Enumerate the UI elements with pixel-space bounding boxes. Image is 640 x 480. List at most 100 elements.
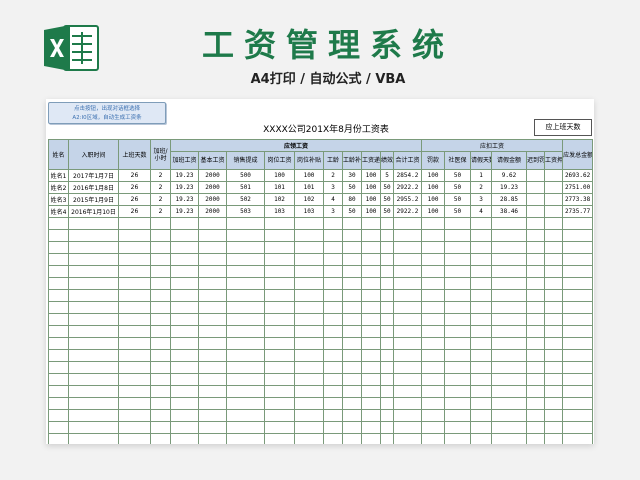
table-cell[interactable] (150, 385, 171, 398)
table-cell[interactable] (68, 241, 119, 254)
table-cell[interactable]: 102 (264, 193, 295, 206)
table-cell[interactable]: 50 (380, 193, 394, 206)
table-cell[interactable] (264, 361, 295, 374)
table-cell[interactable] (48, 373, 69, 386)
table-cell[interactable] (264, 373, 295, 386)
table-cell[interactable] (421, 217, 446, 230)
table-cell[interactable]: 2773.38 (562, 193, 594, 206)
table-cell[interactable] (361, 289, 381, 302)
table-cell[interactable] (48, 361, 69, 374)
table-cell[interactable]: 38.46 (491, 205, 528, 218)
table-cell[interactable] (421, 301, 446, 314)
table-cell[interactable] (118, 385, 151, 398)
table-cell[interactable] (294, 409, 324, 422)
table-cell[interactable]: 103 (294, 205, 324, 218)
table-cell[interactable] (470, 373, 493, 386)
table-cell[interactable] (526, 193, 546, 206)
table-cell[interactable] (544, 277, 564, 290)
table-cell[interactable] (264, 409, 295, 422)
table-cell[interactable] (264, 253, 295, 266)
table-cell[interactable]: 100 (361, 181, 381, 194)
table-cell[interactable] (323, 217, 343, 230)
table-cell[interactable] (150, 361, 171, 374)
table-cell[interactable] (68, 325, 119, 338)
table-cell[interactable] (198, 325, 227, 338)
table-cell[interactable] (526, 181, 546, 194)
table-cell[interactable] (526, 277, 546, 290)
table-cell[interactable] (48, 385, 69, 398)
table-cell[interactable] (294, 241, 324, 254)
table-cell[interactable]: 26 (118, 169, 151, 182)
table-cell[interactable] (198, 433, 227, 444)
table-cell[interactable] (150, 229, 171, 242)
table-cell[interactable] (68, 229, 119, 242)
table-cell[interactable] (150, 433, 171, 444)
table-cell[interactable] (491, 337, 528, 350)
table-cell[interactable]: 103 (264, 205, 295, 218)
table-cell[interactable] (544, 349, 564, 362)
table-cell[interactable] (544, 217, 564, 230)
table-cell[interactable] (342, 361, 362, 374)
table-cell[interactable]: 2922.2 (392, 205, 423, 218)
table-cell[interactable] (150, 301, 171, 314)
table-cell[interactable]: 19.23 (170, 181, 199, 194)
table-cell[interactable] (294, 361, 324, 374)
table-cell[interactable] (68, 421, 119, 434)
table-cell[interactable] (562, 409, 594, 422)
table-cell[interactable] (544, 421, 564, 434)
table-cell[interactable]: 102 (294, 193, 324, 206)
table-cell[interactable]: 4 (323, 193, 343, 206)
table-cell[interactable] (198, 253, 227, 266)
table-cell[interactable] (226, 253, 265, 266)
table-cell[interactable] (226, 373, 265, 386)
table-cell[interactable] (264, 217, 295, 230)
table-cell[interactable]: 3 (323, 205, 343, 218)
table-cell[interactable] (170, 277, 199, 290)
table-cell[interactable] (544, 241, 564, 254)
table-cell[interactable]: 50 (342, 205, 362, 218)
table-cell[interactable] (294, 397, 324, 410)
table-cell[interactable] (226, 385, 265, 398)
table-cell[interactable] (380, 313, 394, 326)
table-cell[interactable] (323, 241, 343, 254)
table-cell[interactable]: 姓名3 (48, 193, 69, 206)
table-cell[interactable] (198, 265, 227, 278)
table-cell[interactable] (342, 325, 362, 338)
table-cell[interactable] (150, 277, 171, 290)
table-cell[interactable] (48, 289, 69, 302)
table-cell[interactable] (264, 229, 295, 242)
table-cell[interactable] (48, 253, 69, 266)
table-cell[interactable] (342, 373, 362, 386)
table-cell[interactable] (68, 301, 119, 314)
table-cell[interactable] (392, 385, 423, 398)
table-cell[interactable] (226, 217, 265, 230)
table-cell[interactable] (380, 301, 394, 314)
table-cell[interactable] (444, 289, 472, 302)
table-cell[interactable] (392, 313, 423, 326)
table-cell[interactable] (526, 421, 546, 434)
table-cell[interactable] (544, 289, 564, 302)
table-cell[interactable]: 19.23 (170, 205, 199, 218)
table-cell[interactable] (198, 277, 227, 290)
table-cell[interactable] (444, 385, 472, 398)
table-cell[interactable] (380, 325, 394, 338)
table-cell[interactable] (361, 253, 381, 266)
table-cell[interactable] (562, 421, 594, 434)
table-cell[interactable] (342, 265, 362, 278)
table-cell[interactable] (226, 361, 265, 374)
table-cell[interactable]: 2000 (198, 193, 227, 206)
table-cell[interactable] (264, 313, 295, 326)
table-cell[interactable]: 50 (380, 205, 394, 218)
table-cell[interactable] (264, 277, 295, 290)
table-cell[interactable]: 100 (361, 205, 381, 218)
table-cell[interactable] (48, 301, 69, 314)
table-cell[interactable] (342, 349, 362, 362)
table-cell[interactable] (68, 409, 119, 422)
table-cell[interactable] (118, 265, 151, 278)
table-cell[interactable] (68, 253, 119, 266)
table-cell[interactable] (392, 433, 423, 444)
table-cell[interactable]: 50 (444, 193, 472, 206)
table-cell[interactable] (421, 253, 446, 266)
table-cell[interactable]: 2735.77 (562, 205, 594, 218)
table-cell[interactable] (48, 337, 69, 350)
